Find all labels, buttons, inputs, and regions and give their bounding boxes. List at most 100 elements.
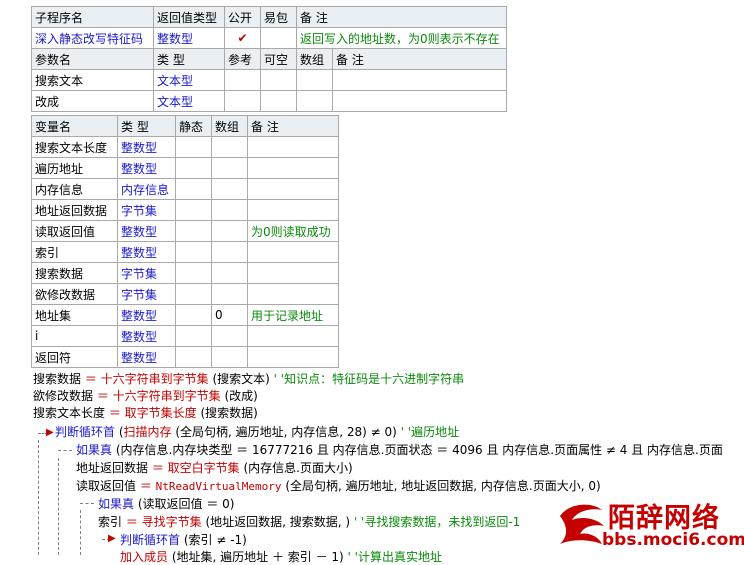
variables-header-row: 变量名 类 型 静态 数组 备 注 [31,115,339,137]
var-array-cell[interactable] [211,136,248,158]
code-args: (全局句柄, 遍历地址, 内存信息, 28) ≠ 0) [171,425,401,439]
code-paren: ( [115,425,124,439]
var-static-cell[interactable] [175,325,212,347]
code-target: 欲修改数据 [33,389,94,403]
var-type-cell[interactable]: 整数型 [117,157,176,179]
var-name-cell[interactable]: 索引 [31,241,118,263]
var-array-cell[interactable] [211,199,248,221]
param-array-cell[interactable] [296,69,333,91]
param-remark-cell[interactable] [331,69,508,91]
var-array-cell[interactable] [211,220,248,242]
var-array-cell[interactable] [211,157,248,179]
code-function: 扫描内存 [123,425,172,439]
param-reference-cell[interactable] [224,90,261,112]
var-static-cell[interactable] [175,220,212,242]
var-static-cell[interactable] [175,241,212,263]
inner-if-guide-branch [80,503,94,504]
var-remark-cell[interactable] [247,325,339,347]
var-static-cell[interactable] [175,136,212,158]
param-nullable-cell[interactable] [260,90,297,112]
var-name-cell[interactable]: 遍历地址 [31,157,118,179]
code-line[interactable]: 如果真 (内存信息.内存块类型 ＝ 16777216 且 内存信息.页面状态 ＝… [76,442,723,458]
var-name-cell[interactable]: 地址返回数据 [31,199,118,221]
var-type-cell[interactable]: 内存信息 [117,178,176,200]
var-array-cell[interactable] [211,325,248,347]
param-type-cell[interactable]: 文本型 [153,90,225,112]
var-array-cell[interactable] [211,241,248,263]
var-type-cell[interactable]: 字节集 [117,283,176,305]
code-line[interactable]: 判断循环首 (索引 ≠ -1) [120,532,247,548]
var-type-cell[interactable]: 整数型 [117,325,176,347]
param-name-cell[interactable]: 搜索文本 [31,69,154,91]
param-remark-cell[interactable] [331,90,508,112]
var-type-cell[interactable]: 整数型 [117,304,176,326]
var-remark-cell[interactable] [247,241,339,263]
col-header-var-remark: 备 注 [247,115,339,137]
var-static-cell[interactable] [175,346,212,368]
var-array-cell[interactable] [211,262,248,284]
var-name-cell[interactable]: 搜索数据 [31,262,118,284]
var-array-cell[interactable]: 0 [211,304,248,326]
var-array-cell[interactable] [211,283,248,305]
ebag-cell[interactable] [260,27,297,49]
var-static-cell[interactable] [175,283,212,305]
var-name-cell[interactable]: i [31,325,118,347]
col-header-ebag: 易包 [260,6,297,28]
code-line[interactable]: 读取返回值 ＝ NtReadVirtualMemory (全局句柄, 遍历地址,… [76,478,601,495]
var-remark-cell[interactable] [247,199,339,221]
var-type-cell[interactable]: 字节集 [117,262,176,284]
code-args: (改成) [220,389,258,403]
code-target: 地址返回数据 [76,461,149,475]
col-header-param-name: 参数名 [31,48,154,70]
inner-loop-arrow-icon: ▶ [108,533,116,544]
code-line[interactable]: 搜索文本长度 ＝ 取字节集长度 (搜索数据) [33,405,258,421]
var-static-cell[interactable] [175,178,212,200]
code-line[interactable]: 加入成员 (地址集, 遍历地址 ＋ 索引 － 1) ' '计算出真实地址 [120,549,442,565]
code-line[interactable]: 如果真 (读取返回值 ＝ 0) [98,496,234,512]
var-remark-cell[interactable] [247,178,339,200]
code-target: 搜索文本长度 [33,406,106,420]
public-checkmark-icon[interactable]: ✔ [224,27,261,49]
var-remark-cell[interactable]: 为0则读取成功 [247,220,339,242]
param-array-cell[interactable] [296,90,333,112]
var-name-cell[interactable]: 读取返回值 [31,220,118,242]
var-type-cell[interactable]: 整数型 [117,136,176,158]
var-static-cell[interactable] [175,304,212,326]
var-remark-cell[interactable] [247,283,339,305]
var-type-cell[interactable]: 整数型 [117,346,176,368]
code-line[interactable]: 欲修改数据 ＝ 十六字符串到字节集 (改成) [33,388,258,404]
var-name-cell[interactable]: 欲修改数据 [31,283,118,305]
subroutine-remark-cell[interactable]: 返回写入的地址数，为0则表示不存在 [295,27,508,49]
var-remark-cell[interactable] [247,262,339,284]
var-remark-cell[interactable]: 用于记录地址 [247,304,339,326]
var-remark-cell[interactable] [247,346,339,368]
return-type-cell[interactable]: 整数型 [153,27,225,49]
param-type-cell[interactable]: 文本型 [153,69,225,91]
var-array-cell[interactable] [211,346,248,368]
var-array-cell[interactable] [211,178,248,200]
var-name-cell[interactable]: 搜索文本长度 [31,136,118,158]
var-name-cell[interactable]: 内存信息 [31,178,118,200]
code-comment: ' '知识点：特征码是十六进制字符串 [273,372,465,386]
code-line[interactable]: 判断循环首 (扫描内存 (全局句柄, 遍历地址, 内存信息, 28) ≠ 0) … [55,424,459,440]
var-remark-cell[interactable] [247,136,339,158]
subroutine-name-cell[interactable]: 深入静态改写特征码 [31,27,154,49]
var-type-cell[interactable]: 字节集 [117,199,176,221]
var-static-cell[interactable] [175,199,212,221]
var-remark-cell[interactable] [247,157,339,179]
param-nullable-cell[interactable] [260,69,297,91]
var-type-cell[interactable]: 整数型 [117,220,176,242]
var-name-cell[interactable]: 返回符 [31,346,118,368]
code-line[interactable]: 搜索数据 ＝ 十六字符串到字节集 (搜索文本) ' '知识点：特征码是十六进制字… [33,371,464,387]
var-static-cell[interactable] [175,157,212,179]
col-header-nullable: 可空 [260,48,297,70]
code-line[interactable]: 索引 ＝ 寻找字节集 (地址返回数据, 搜索数据, ) ' '寻找搜索数据，未找… [98,514,520,530]
param-reference-cell[interactable] [224,69,261,91]
var-type-cell[interactable]: 整数型 [117,241,176,263]
watermark: 陌辞网络 bbs.moci6.com [556,496,744,555]
code-line[interactable]: 地址返回数据 ＝ 取空白字节集 (内存信息.页面大小) [76,460,353,476]
var-name-cell[interactable]: 地址集 [31,304,118,326]
param-name-cell[interactable]: 改成 [31,90,154,112]
variable-row: 读取返回值 整数型 为0则读取成功 [31,220,339,242]
var-static-cell[interactable] [175,262,212,284]
